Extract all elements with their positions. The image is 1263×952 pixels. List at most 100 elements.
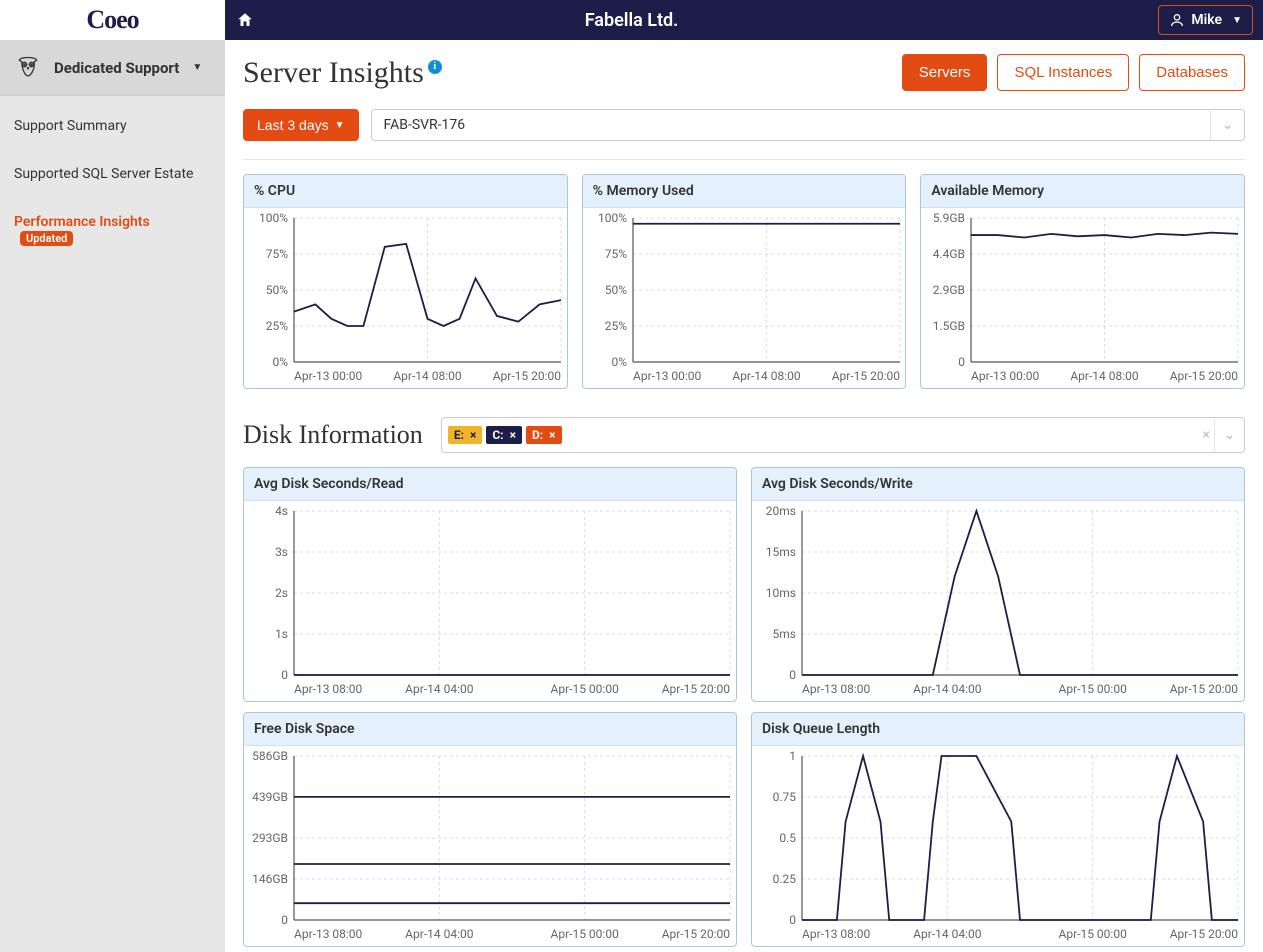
server-select[interactable]: FAB-SVR-176 ⌄ xyxy=(371,109,1245,141)
chart-title: % CPU xyxy=(244,175,567,208)
svg-text:3s: 3s xyxy=(275,545,288,559)
chip-disk-e[interactable]: E:× xyxy=(448,426,483,444)
home-icon xyxy=(236,11,254,29)
sidebar-group-dropdown[interactable]: Dedicated Support ▼ xyxy=(0,40,225,96)
chart-card-disk-read: Avg Disk Seconds/Read 01s2s3s4sApr-13 08… xyxy=(243,467,737,702)
svg-text:20ms: 20ms xyxy=(766,504,796,518)
svg-text:0: 0 xyxy=(281,668,288,682)
sidebar-item-performance-insights[interactable]: Performance Insights Updated xyxy=(0,198,225,262)
svg-text:Apr-13 00:00: Apr-13 00:00 xyxy=(294,369,363,383)
chip-disk-c[interactable]: C:× xyxy=(486,426,522,444)
svg-text:0: 0 xyxy=(789,668,796,682)
svg-text:439GB: 439GB xyxy=(252,790,288,804)
sidebar: Dedicated Support ▼ Support Summary Supp… xyxy=(0,40,225,952)
svg-text:10ms: 10ms xyxy=(766,586,796,600)
chart-card-cpu: % CPU 0%25%50%75%100%Apr-13 00:00Apr-14 … xyxy=(243,174,568,389)
svg-text:25%: 25% xyxy=(266,319,288,333)
info-icon[interactable]: i xyxy=(428,60,442,74)
page-title: Server Insightsi xyxy=(243,56,442,90)
clear-all-icon[interactable]: × xyxy=(1203,427,1210,443)
svg-text:Apr-15 00:00: Apr-15 00:00 xyxy=(1059,927,1128,941)
company-title: Fabella Ltd. xyxy=(585,10,679,31)
chart-title: Avg Disk Seconds/Read xyxy=(244,468,736,501)
svg-text:2.9GB: 2.9GB xyxy=(933,283,965,297)
close-icon[interactable]: × xyxy=(470,428,476,442)
chart-title: Avg Disk Seconds/Write xyxy=(752,468,1244,501)
svg-text:5ms: 5ms xyxy=(773,627,796,641)
svg-text:Apr-13 08:00: Apr-13 08:00 xyxy=(802,927,871,941)
svg-text:Apr-15 00:00: Apr-15 00:00 xyxy=(551,927,620,941)
chip-disk-d[interactable]: D:× xyxy=(526,426,562,444)
svg-text:Apr-15 20:00: Apr-15 20:00 xyxy=(1170,682,1239,696)
svg-text:Apr-13 08:00: Apr-13 08:00 xyxy=(294,927,363,941)
svg-text:Apr-13 00:00: Apr-13 00:00 xyxy=(971,369,1040,383)
svg-text:0: 0 xyxy=(281,913,288,927)
chart-card-memory-used: % Memory Used 0% 25% 50% 75% 100% Apr-13 00:0… xyxy=(582,174,907,389)
svg-text:0: 0 xyxy=(959,355,966,369)
topbar: Coeo Fabella Ltd. Mike ▼ xyxy=(0,0,1263,40)
svg-text:0.25: 0.25 xyxy=(773,872,797,886)
server-select-value: FAB-SVR-176 xyxy=(384,117,466,133)
close-icon[interactable]: × xyxy=(510,428,516,442)
chart-card-available-memory: Available Memory 0 1.5GB 2.9GB 4.4GB 5.9GB Ap… xyxy=(920,174,1245,389)
svg-text:50%: 50% xyxy=(266,283,288,297)
section-title-disk: Disk Information xyxy=(243,420,423,450)
svg-text:293GB: 293GB xyxy=(252,831,288,845)
svg-text:Apr-15 20:00: Apr-15 20:00 xyxy=(1170,927,1239,941)
close-icon[interactable]: × xyxy=(549,428,555,442)
chart-title: Available Memory xyxy=(921,175,1244,208)
svg-text:2s: 2s xyxy=(275,586,288,600)
user-name: Mike xyxy=(1191,12,1222,28)
chart-title: % Memory Used xyxy=(583,175,906,208)
main-content: Server Insightsi Servers SQL Instances D… xyxy=(225,40,1263,952)
svg-text:586GB: 586GB xyxy=(252,749,288,763)
sidebar-item-estate[interactable]: Supported SQL Server Estate xyxy=(0,150,225,198)
sidebar-item-support-summary[interactable]: Support Summary xyxy=(0,102,225,150)
sidebar-group-label: Dedicated Support xyxy=(54,59,179,77)
svg-text:Apr-15 20:00: Apr-15 20:00 xyxy=(831,369,900,383)
svg-text:1s: 1s xyxy=(275,627,288,641)
svg-text:4.4GB: 4.4GB xyxy=(933,247,965,261)
svg-text:Apr-13 08:00: Apr-13 08:00 xyxy=(294,682,363,696)
user-icon xyxy=(1169,12,1185,28)
svg-text:0: 0 xyxy=(789,913,796,927)
svg-text:Apr-15 20:00: Apr-15 20:00 xyxy=(662,682,731,696)
svg-text:Apr-14 08:00: Apr-14 08:00 xyxy=(393,369,462,383)
svg-text:Apr-15 20:00: Apr-15 20:00 xyxy=(662,927,731,941)
svg-text:1.5GB: 1.5GB xyxy=(933,319,965,333)
svg-text:Apr-15 20:00: Apr-15 20:00 xyxy=(493,369,562,383)
svg-text:75%: 75% xyxy=(266,247,288,261)
svg-text:Apr-15 00:00: Apr-15 00:00 xyxy=(1059,682,1128,696)
chart-card-disk-write: Avg Disk Seconds/Write 0 5ms 10ms 15ms 20ms A… xyxy=(751,467,1245,702)
svg-text:5.9GB: 5.9GB xyxy=(933,211,965,225)
disk-multiselect[interactable]: E:× C:× D:× × ⌄ xyxy=(441,417,1245,453)
chart-title: Free Disk Space xyxy=(244,713,736,746)
svg-text:0%: 0% xyxy=(272,355,288,369)
svg-text:25%: 25% xyxy=(604,319,626,333)
home-button[interactable] xyxy=(225,0,265,40)
svg-text:Apr-15 00:00: Apr-15 00:00 xyxy=(551,682,620,696)
user-menu[interactable]: Mike ▼ xyxy=(1158,5,1253,35)
owl-icon xyxy=(14,54,42,82)
tab-sql-instances[interactable]: SQL Instances xyxy=(997,54,1129,91)
tab-servers[interactable]: Servers xyxy=(902,54,988,91)
chevron-down-icon: ⌄ xyxy=(1214,418,1244,452)
time-range-dropdown[interactable]: Last 3 days▼ xyxy=(243,109,359,141)
svg-text:146GB: 146GB xyxy=(252,872,288,886)
chart-card-free-disk-space: Free Disk Space 0 146GB 293GB 439GB 586GB Apr… xyxy=(243,712,737,947)
svg-text:Apr-14 04:00: Apr-14 04:00 xyxy=(913,927,982,941)
svg-text:0%: 0% xyxy=(611,355,627,369)
svg-text:Apr-14 08:00: Apr-14 08:00 xyxy=(1071,369,1140,383)
brand-logo: Coeo xyxy=(0,0,225,40)
chevron-down-icon: ▼ xyxy=(1232,15,1242,26)
svg-text:Apr-14 04:00: Apr-14 04:00 xyxy=(405,682,474,696)
svg-text:Apr-14 04:00: Apr-14 04:00 xyxy=(405,927,474,941)
svg-text:75%: 75% xyxy=(604,247,626,261)
svg-text:50%: 50% xyxy=(604,283,626,297)
svg-text:Apr-15 20:00: Apr-15 20:00 xyxy=(1170,369,1239,383)
svg-text:Apr-13 00:00: Apr-13 00:00 xyxy=(633,369,702,383)
svg-text:15ms: 15ms xyxy=(766,545,796,559)
tab-databases[interactable]: Databases xyxy=(1139,54,1245,91)
svg-text:Apr-14 08:00: Apr-14 08:00 xyxy=(732,369,801,383)
svg-text:100%: 100% xyxy=(598,211,627,225)
